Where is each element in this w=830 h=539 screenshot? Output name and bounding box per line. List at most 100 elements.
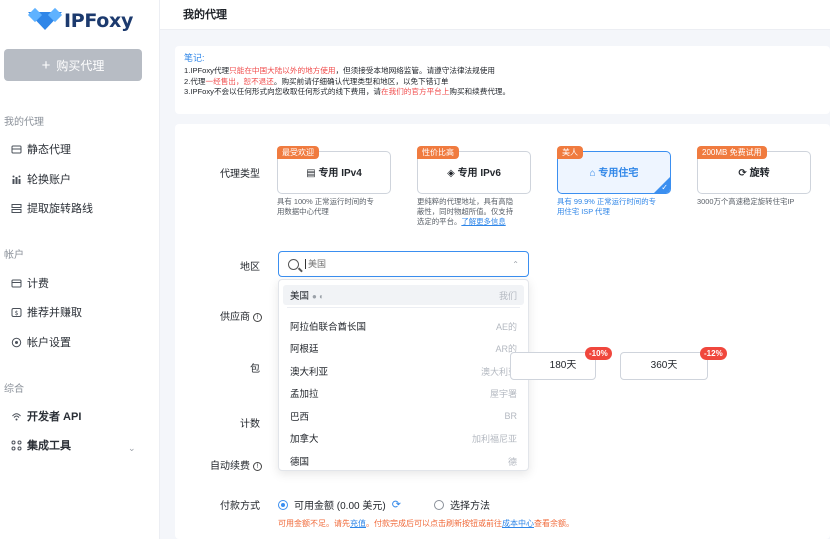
proxy-type-name: 专用 IPv6 xyxy=(457,168,501,179)
proxy-type-label: 代理类型 xyxy=(220,169,260,180)
help-icon[interactable]: ! xyxy=(253,462,262,471)
cost-center-link[interactable]: 成本中心 xyxy=(502,519,534,528)
sidebar-item-label: 集成工具 xyxy=(27,440,71,452)
discount-badge: -12% xyxy=(700,347,727,360)
home-icon: ⌂ xyxy=(589,168,596,179)
chevron-up-icon: ⌃ xyxy=(512,260,519,269)
region-option-selected[interactable]: 美国 ● ◐ 我们 xyxy=(283,285,524,305)
sidebar-item-label: 提取旋转路线 xyxy=(27,203,93,215)
refresh-icon[interactable]: ⟳ xyxy=(392,498,401,511)
buy-proxy-button[interactable]: + 购买代理 xyxy=(4,49,142,81)
sidebar-item-label: 帐户设置 xyxy=(27,337,71,349)
learn-more-link[interactable]: 了解更多信息 xyxy=(461,217,505,226)
sidebar: IPFoxy + 购买代理 我的代理 静态代理 轮换账户 提取旋转路线 帐户 计… xyxy=(0,0,160,539)
proxy-type-name: 旋转 xyxy=(749,168,770,179)
billing-count-label: 计数 xyxy=(240,419,260,430)
section-my-proxy: 我的代理 xyxy=(4,117,44,128)
tag-badge: 最受欢迎 xyxy=(277,146,319,159)
section-general: 综合 xyxy=(4,384,24,395)
logo[interactable]: IPFoxy xyxy=(27,7,134,35)
notes-title: 笔记: xyxy=(184,53,205,63)
sidebar-item-extract-route[interactable]: 提取旋转路线 xyxy=(10,200,93,216)
verified-icon: ● ◐ xyxy=(312,292,324,301)
recharge-link[interactable]: 充值 xyxy=(350,519,366,528)
note-line-1: 1.IPFoxy代理只能在中国大陆以外的地方使用，但须接受本地网络监管。请遵守法… xyxy=(184,66,495,75)
sidebar-item-account-settings[interactable]: 帐户设置 xyxy=(10,334,71,350)
static-proxy-icon xyxy=(10,143,22,155)
settings-icon xyxy=(10,336,22,348)
proxy-type-ipv4[interactable]: 最受欢迎 ▤ 专用 IPv4 xyxy=(277,146,391,194)
region-option[interactable]: 孟加拉 屋宇署 xyxy=(283,383,524,403)
sidebar-item-static-proxy[interactable]: 静态代理 xyxy=(10,141,71,157)
insufficient-balance-warning: 可用金额不足。请先充值。付款完成后可以点击刷新按钮或前往成本中心查看余额。 xyxy=(278,519,574,528)
referral-icon: $ xyxy=(10,306,22,318)
radio-unselected[interactable] xyxy=(434,499,444,510)
region-search-input[interactable] xyxy=(305,259,495,269)
tag-badge: 200MB 免费试用 xyxy=(697,146,767,159)
integration-icon xyxy=(10,439,22,451)
tag-badge: 性价比高 xyxy=(417,146,459,159)
sidebar-item-label: 轮换账户 xyxy=(27,174,71,186)
sidebar-item-integration-tools[interactable]: 集成工具 xyxy=(10,437,71,453)
proxy-type-rotating[interactable]: 200MB 免费试用 ⟳ 旋转 xyxy=(697,146,811,194)
dropdown-divider xyxy=(287,307,520,308)
note-line-2: 2.代理一经售出，恕不退还。购买前请仔细确认代理类型和地区，以免下错订单 xyxy=(184,76,449,86)
buy-proxy-label: 购买代理 xyxy=(56,58,105,73)
region-option[interactable]: 阿根廷 AR的 xyxy=(283,338,524,358)
layers-icon: ◈ xyxy=(447,168,455,179)
rotating-account-icon xyxy=(10,173,22,185)
duration-360-button[interactable]: 360天 xyxy=(620,352,708,380)
payment-label: 付款方式 xyxy=(220,501,260,512)
duration-180-button[interactable]: 180天 xyxy=(510,352,596,380)
package-label: 包 xyxy=(250,364,260,375)
auto-renew-label: 自动续费! xyxy=(190,457,262,472)
sidebar-item-referral[interactable]: $ 推荐并赚取 xyxy=(10,304,82,320)
logo-text: IPFoxy xyxy=(64,10,134,32)
sidebar-item-label: 推荐并赚取 xyxy=(27,307,82,319)
note-line-3: 3.IPFoxy不会以任何形式向您收取任何形式的线下费用，请在我们的官方平台上购… xyxy=(184,87,511,96)
tag-badge: 美人 xyxy=(557,146,583,159)
chevron-down-icon[interactable]: ⌄ xyxy=(128,443,136,454)
sidebar-item-developer-api[interactable]: 开发者 API xyxy=(10,408,81,424)
proxy-type-name: 专用 IPv4 xyxy=(318,168,362,179)
proxy-type-ipv6[interactable]: 性价比高 ◈ 专用 IPv6 xyxy=(417,146,531,194)
proxy-type-desc: 具有 100% 正常运行时间的专 用数据中心代理 xyxy=(277,197,374,216)
svg-text:$: $ xyxy=(14,310,18,317)
sidebar-item-label: 计费 xyxy=(27,278,49,290)
sidebar-item-rotating-account[interactable]: 轮换账户 xyxy=(10,171,71,187)
proxy-type-desc: 更纯粹的代理地址，具有高隐 蔽性，同时物超所值。仅支持 选定的平台。了解更多信息 xyxy=(417,197,514,226)
proxy-type-name: 专用住宅 xyxy=(598,168,639,179)
radio-selected[interactable] xyxy=(278,499,288,510)
extract-route-icon xyxy=(10,202,22,214)
region-option[interactable]: 巴西 BR xyxy=(283,406,524,426)
region-select[interactable]: ⌃ xyxy=(278,251,529,277)
region-option[interactable]: 德国德 xyxy=(283,451,524,470)
section-account: 帐户 xyxy=(4,250,24,261)
payment-option-choose[interactable]: 选择方法 xyxy=(434,497,490,512)
region-option[interactable]: 加拿大 加利福尼亚 xyxy=(283,428,524,448)
billing-icon xyxy=(10,277,22,289)
page-title: 我的代理 xyxy=(183,9,227,21)
api-icon xyxy=(10,410,22,422)
search-icon xyxy=(288,258,299,270)
payment-option-balance[interactable]: 可用金额 (0.00 美元) ⟳ xyxy=(278,497,401,512)
sidebar-item-billing[interactable]: 计费 xyxy=(10,275,49,291)
region-option[interactable]: 阿拉伯联合酋长国 AE的 xyxy=(283,316,524,336)
sidebar-item-label: 静态代理 xyxy=(27,144,71,156)
region-dropdown: 美国 ● ◐ 我们 阿拉伯联合酋长国 AE的 阿根廷 AR的 澳大利亚 澳大利亚 孟加拉… xyxy=(278,279,529,471)
proxy-type-desc: 3000万个高速稳定旋转住宅IP xyxy=(697,197,795,206)
rotate-icon: ⟳ xyxy=(738,168,747,179)
notes-panel: 笔记: 1.IPFoxy代理只能在中国大陆以外的地方使用，但须接受本地网络监管。… xyxy=(175,46,830,114)
proxy-type-desc: 具有 99.9% 正常运行时间的专 用住宅 ISP 代理 xyxy=(557,197,656,216)
fox-logo-icon xyxy=(27,7,63,32)
supplier-label: 供应商! xyxy=(200,308,262,323)
top-bar: 我的代理 xyxy=(160,0,830,30)
region-option[interactable]: 澳大利亚 澳大利亚 xyxy=(283,361,524,381)
sidebar-item-label: 开发者 API xyxy=(27,411,82,423)
region-label: 地区 xyxy=(240,262,260,273)
discount-badge: -10% xyxy=(585,347,612,360)
help-icon[interactable]: ! xyxy=(253,313,262,322)
proxy-type-residential[interactable]: 美人 ⌂ 专用住宅 ✓ xyxy=(557,146,671,194)
server-icon: ▤ xyxy=(306,168,316,179)
plus-icon: + xyxy=(41,56,51,74)
